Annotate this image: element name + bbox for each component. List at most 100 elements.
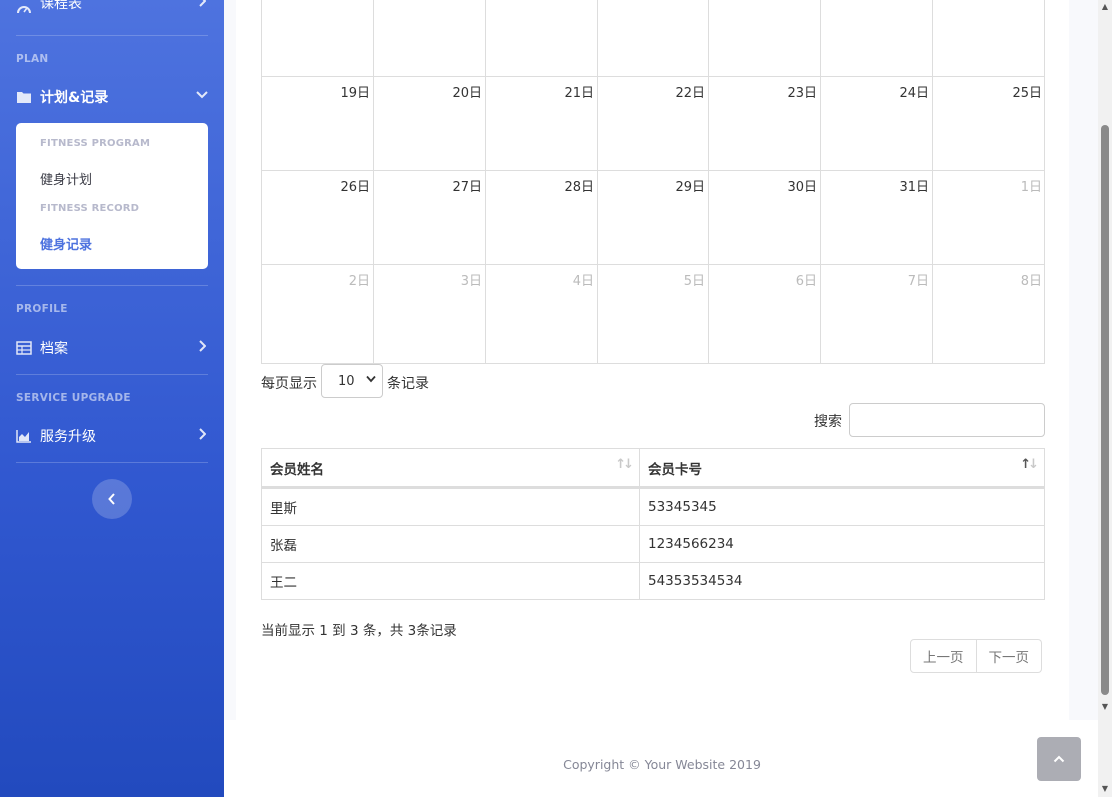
scroll-down-arrow-icon[interactable]: ▼ [1101,702,1109,711]
calendar-day-cell[interactable] [373,0,485,76]
column-header-label: 会员卡号 [648,461,702,478]
sidebar-divider [16,35,208,36]
table-icon [16,340,32,356]
calendar-day-cell[interactable]: 4日 [485,264,597,364]
chevron-right-icon [196,338,208,354]
calendar-day-cell[interactable]: 5日 [597,264,708,364]
length-prefix-label: 每页显示 [261,376,317,392]
page-length-select[interactable]: 10 [321,364,383,398]
sort-asc-icon: ↑↓ [1020,457,1039,472]
calendar-day-cell[interactable]: 24日 [820,76,932,170]
next-page-button[interactable]: 下一页 [976,639,1042,673]
calendar-day-cell[interactable]: 6日 [708,264,820,364]
search-label: 搜索 [814,414,842,430]
submenu-link-fitness-record[interactable]: 健身记录 [40,234,92,253]
cell-member-card: 54353534534 [639,562,1045,600]
cell-member-name: 张磊 [261,525,640,563]
calendar-day-cell[interactable]: 7日 [820,264,932,364]
calendar-day-number: 23日 [787,86,817,101]
gauge-icon [16,2,32,18]
cell-member-card: 53345345 [639,487,1045,526]
calendar-day-number: 25日 [1012,86,1042,101]
calendar-day-cell[interactable]: 29日 [597,170,708,264]
chevron-up-icon [1053,755,1065,763]
calendar-day-cell[interactable] [932,0,1045,76]
table-info: 当前显示 1 到 3 条，共 3条记录 [261,623,457,639]
scroll-up-arrow-icon[interactable]: ▲ [1101,2,1109,11]
sidebar-heading-upgrade: SERVICE UPGRADE [16,392,131,404]
calendar-day-cell[interactable]: 20日 [373,76,485,170]
calendar-day-cell[interactable]: 23日 [708,76,820,170]
calendar-day-cell[interactable] [820,0,932,76]
calendar-day-cell[interactable]: 8日 [932,264,1045,364]
column-header-label: 会员姓名 [270,461,324,478]
calendar-day-cell[interactable]: 19日 [261,76,373,170]
sidebar-divider [16,285,208,286]
cell-member-name: 王二 [261,562,640,600]
calendar-day-cell[interactable]: 21日 [485,76,597,170]
calendar-day-number: 2日 [348,274,370,289]
search-input[interactable] [849,403,1045,437]
column-header-card[interactable]: 会员卡号 ↑↓ [639,448,1045,489]
submenu-link-fitness-plan[interactable]: 健身计划 [40,169,92,188]
calendar-day-number: 26日 [340,180,370,195]
calendar-day-cell[interactable]: 26日 [261,170,373,264]
chevron-left-icon [108,493,116,505]
area-chart-icon [16,428,32,444]
scroll-down-arrow-icon[interactable]: ▼ [1101,784,1109,793]
table-row: 王二 54353534534 [261,562,1045,600]
calendar-day-cell[interactable] [597,0,708,76]
scrollbar-thumb[interactable] [1101,125,1109,695]
sidebar-item-profile[interactable]: 档案 [16,338,206,358]
sidebar-item-service-upgrade[interactable]: 服务升级 [16,426,206,446]
sidebar-divider [16,462,208,463]
sidebar-heading-profile: PROFILE [16,303,68,315]
calendar-day-number: 6日 [795,274,817,289]
members-table: 会员姓名 ↑↓ 会员卡号 ↑↓ 里斯 53345345 张磊 123456623… [261,448,1045,600]
calendar-day-cell[interactable] [485,0,597,76]
folder-icon [16,89,32,105]
calendar-day-number: 8日 [1020,274,1042,289]
calendar-day-number: 28日 [564,180,594,195]
calendar-day-cell[interactable]: 25日 [932,76,1045,170]
sidebar-item-label: 服务升级 [40,429,96,445]
cell-member-name: 里斯 [261,487,640,526]
calendar-day-cell[interactable]: 30日 [708,170,820,264]
scroll-to-top-button[interactable] [1037,737,1081,781]
calendar-day-cell[interactable] [261,0,373,76]
calendar-day-cell[interactable]: 22日 [597,76,708,170]
calendar-day-cell[interactable]: 3日 [373,264,485,364]
calendar-day-number: 27日 [452,180,482,195]
calendar-day-number: 21日 [564,86,594,101]
calendar-day-cell[interactable]: 2日 [261,264,373,364]
calendar-day-cell[interactable]: 28日 [485,170,597,264]
calendar-day-number: 19日 [340,86,370,101]
calendar-grid: 19日 20日 21日 22日 23日 24日 25日 26日 27日 28日 29日 30日 31日 1… [261,0,1045,364]
calendar-day-cell[interactable]: 1日 [932,170,1045,264]
calendar-day-cell[interactable] [708,0,820,76]
sidebar-item-label: 档案 [40,341,68,357]
copyright-text: Copyright © Your Website 2019 [563,757,761,772]
column-header-name[interactable]: 会员姓名 ↑↓ [261,448,640,489]
page-scrollbar[interactable]: ▲ ▼ ▼ [1098,0,1112,797]
calendar-day-cell[interactable]: 31日 [820,170,932,264]
page-length-value: 10 [338,373,355,389]
sidebar-heading-plan: PLAN [16,53,49,65]
calendar-day-number: 1日 [1020,180,1042,195]
sidebar-toggle-button[interactable] [92,479,132,519]
sidebar: 课程表 PLAN 计划&记录 FITNESS PROGRAM 健身计划 FITN… [0,0,224,797]
sidebar-item-schedule[interactable]: 课程表 [16,0,206,20]
calendar-day-number: 5日 [683,274,705,289]
calendar-day-cell[interactable]: 27日 [373,170,485,264]
calendar-day-number: 30日 [787,180,817,195]
table-row: 里斯 53345345 [261,487,1045,526]
sidebar-item-label: 计划&记录 [40,90,109,106]
chevron-right-icon [196,426,208,442]
chevron-right-icon [196,0,208,9]
pagination: 上一页 下一页 [910,639,1042,673]
calendar-day-number: 24日 [899,86,929,101]
calendar-day-number: 20日 [452,86,482,101]
length-suffix-label: 条记录 [387,376,429,392]
sidebar-item-plan-record[interactable]: 计划&记录 [16,87,208,107]
prev-page-button[interactable]: 上一页 [910,639,977,673]
